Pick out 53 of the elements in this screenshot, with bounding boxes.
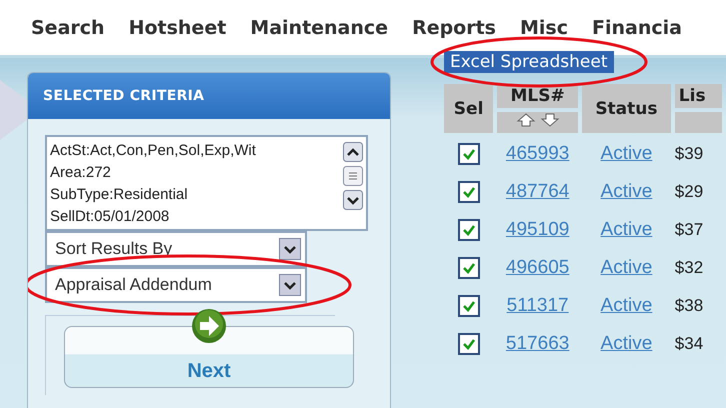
check-icon <box>462 185 476 199</box>
panel-title: SELECTED CRITERIA <box>43 88 204 104</box>
criteria-line: ActSt:Act,Con,Pen,Sol,Exp,Wit <box>50 141 257 161</box>
scroll-down-icon[interactable] <box>343 190 363 210</box>
mls-link[interactable]: 517663 <box>506 333 570 354</box>
status-link[interactable]: Active <box>600 333 652 354</box>
arrow-right-icon[interactable] <box>191 308 227 344</box>
status-link[interactable]: Active <box>600 181 652 202</box>
scroll-up-icon[interactable] <box>343 142 363 162</box>
mls-link[interactable]: 487764 <box>506 181 570 202</box>
menu-item[interactable]: Maintenance <box>250 16 388 38</box>
price-text: $32 <box>674 258 704 277</box>
criteria-line: Area:272 <box>50 163 112 183</box>
checkbox[interactable] <box>458 143 480 165</box>
check-icon <box>462 261 476 275</box>
mls-link[interactable]: 465993 <box>506 143 570 164</box>
price-text: $38 <box>674 296 704 315</box>
column-header: Lis <box>674 84 722 108</box>
mls-link[interactable]: 511317 <box>506 295 569 316</box>
price-text: $29 <box>674 182 704 201</box>
checkbox[interactable] <box>458 333 480 355</box>
mls-link[interactable]: 495109 <box>506 219 570 240</box>
check-icon <box>462 299 476 313</box>
price-text: $34 <box>674 334 704 353</box>
criteria-list[interactable]: ActSt:Act,Con,Pen,Sol,Exp,Wit Area:272 SubType:Residential SellDt:05/01/2008 <box>45 135 368 231</box>
menu-item[interactable]: Financia <box>592 16 682 38</box>
menu-item[interactable]: Reports <box>412 16 496 38</box>
checkbox[interactable] <box>458 219 480 241</box>
checkbox[interactable] <box>458 257 480 279</box>
column-header: Status <box>582 84 671 133</box>
mls-link[interactable]: 496605 <box>506 257 570 278</box>
check-icon <box>462 147 476 161</box>
status-link[interactable]: Active <box>600 257 652 278</box>
check-icon <box>462 337 476 351</box>
menu-item[interactable]: Search <box>31 16 105 38</box>
criteria-line: SellDt:05/01/2008 <box>50 207 170 227</box>
status-link[interactable]: Active <box>600 219 652 240</box>
status-link[interactable]: Active <box>600 295 652 316</box>
scroll-thumb-icon[interactable] <box>343 166 363 186</box>
column-header: Sel <box>444 84 494 133</box>
next-button[interactable]: Next <box>64 326 354 388</box>
status-link[interactable]: Active <box>600 143 652 164</box>
sort-arrows-icon[interactable] <box>516 112 560 128</box>
submenu-item[interactable]: Excel Spreadsheet <box>444 51 614 73</box>
dropdown[interactable]: Appraisal Addendum <box>45 267 307 303</box>
check-icon <box>462 223 476 237</box>
menu-item[interactable]: Hotsheet <box>128 16 226 38</box>
menu-item[interactable]: Misc <box>520 16 568 38</box>
checkbox[interactable] <box>458 295 480 317</box>
criteria-line: SubType:Residential <box>50 185 189 205</box>
price-text: $37 <box>674 220 704 239</box>
checkbox[interactable] <box>458 181 480 203</box>
price-text: $39 <box>674 144 704 163</box>
